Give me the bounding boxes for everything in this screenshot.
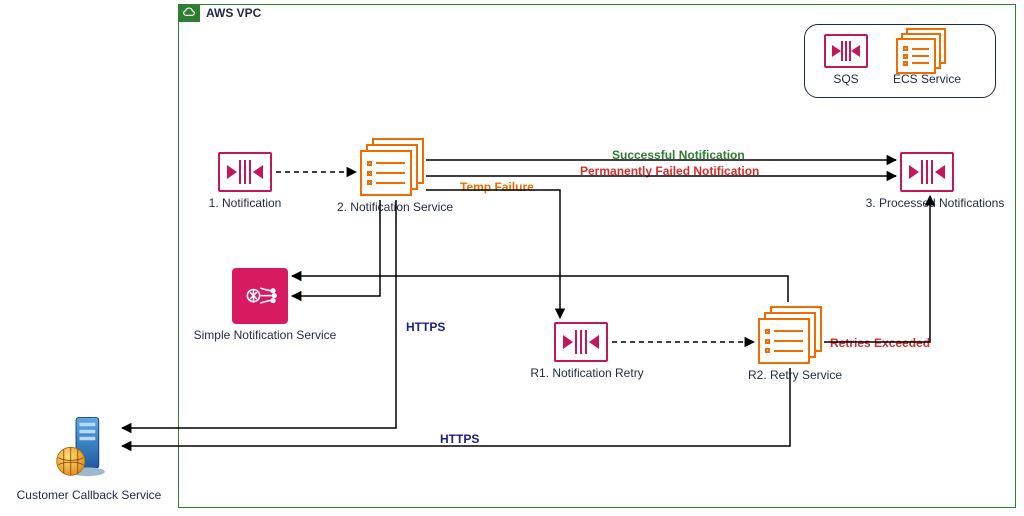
node-notification-sqs: [218, 152, 272, 192]
node-processed-sqs: [900, 152, 954, 192]
edge-label-retries: Retries Exceeded: [830, 336, 930, 350]
diagram-stage: AWS VPC SQS ECS Service 1. Notification: [0, 0, 1024, 516]
legend-ecs-icon: [896, 28, 946, 74]
node-notification-service-ecs: [360, 138, 424, 196]
node-retry-service-ecs: [758, 306, 822, 364]
edge-label-success: Successful Notification: [612, 148, 745, 162]
node-callback-icon: [48, 414, 118, 484]
node-callback-label: Customer Callback Service: [14, 488, 164, 502]
node-retry-label: R1. Notification Retry: [522, 366, 652, 380]
edge-label-https2: HTTPS: [440, 432, 479, 446]
node-sns-label: Simple Notification Service: [190, 328, 340, 342]
aws-vpc-icon: [178, 4, 200, 22]
node-retry-service-label: R2. Retry Service: [740, 368, 850, 382]
node-notification-service-label: 2. Notification Service: [330, 200, 460, 214]
legend-sqs-label: SQS: [824, 72, 868, 86]
node-sns-icon: [232, 268, 288, 324]
edge-label-tempfail: Temp Failure: [460, 180, 534, 194]
legend-ecs-label: ECS Service: [882, 72, 972, 86]
edge-label-https1: HTTPS: [406, 320, 445, 334]
edge-label-permfail: Permanently Failed Notification: [580, 164, 759, 178]
node-notification-label: 1. Notification: [200, 196, 290, 210]
aws-vpc-title: AWS VPC: [206, 6, 261, 20]
node-processed-label: 3. Processed Notifications: [860, 196, 1010, 210]
node-retry-sqs: [554, 322, 608, 362]
legend-sqs-icon: [824, 34, 868, 68]
